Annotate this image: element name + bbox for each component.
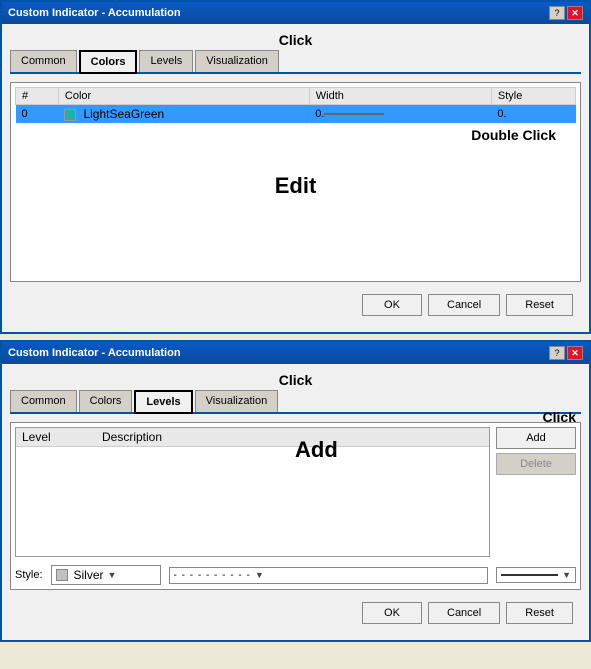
dialog1-close-btn[interactable]: ✕: [567, 6, 583, 20]
tab-visualization-2[interactable]: Visualization: [195, 390, 279, 412]
color-swatch: [64, 109, 76, 121]
col-color: Color: [58, 88, 309, 105]
dialog2-tab-content: Click Add Level Description Add Delete: [10, 422, 581, 590]
dialog1-help-btn[interactable]: ?: [549, 6, 565, 20]
dialog2-footer: OK Cancel Reset: [10, 598, 581, 632]
dialog1-titlebar: Custom Indicator - Accumulation ? ✕: [2, 2, 589, 24]
col-hash: #: [16, 88, 59, 105]
dialog2: Custom Indicator - Accumulation ? ✕ Clic…: [0, 340, 591, 642]
color-dropdown-arrow: ▼: [108, 570, 117, 580]
tab-levels-1[interactable]: Levels: [139, 50, 193, 72]
dblclick-annotation: Double Click: [15, 127, 576, 143]
tab-levels-2[interactable]: Levels: [134, 390, 192, 414]
cell-color: LightSeaGreen: [58, 105, 309, 124]
dialog1-body: Click Common Colors Levels Visualization…: [2, 24, 589, 332]
tab-colors-1[interactable]: Colors: [79, 50, 138, 74]
reset-btn-2[interactable]: Reset: [506, 602, 573, 624]
tab-visualization-1[interactable]: Visualization: [195, 50, 279, 72]
level-col-header: Level: [22, 430, 102, 444]
cell-width: 0.: [309, 105, 491, 124]
levels-list: Level Description: [15, 427, 490, 557]
dialog1-title: Custom Indicator - Accumulation: [8, 7, 181, 19]
dialog1-tab-content: # Color Width Style 0 LightSeaGreen: [10, 82, 581, 282]
dash-pattern: - - - - - - - - - -: [174, 570, 251, 581]
dialog2-titlebar-btns: ? ✕: [549, 346, 583, 360]
dash-dropdown-arrow: ▼: [255, 570, 266, 580]
tab-common-2[interactable]: Common: [10, 390, 77, 412]
tab-colors-2[interactable]: Colors: [79, 390, 133, 412]
dialog1-footer: OK Cancel Reset: [10, 290, 581, 324]
desc-col-header: Description: [102, 430, 483, 444]
levels-btns: Add Delete: [496, 427, 576, 557]
dialog2-help-btn[interactable]: ?: [549, 346, 565, 360]
line-width-arrow: ▼: [562, 570, 571, 580]
colors-table: # Color Width Style 0 LightSeaGreen: [15, 87, 576, 123]
color-value: Silver: [74, 568, 104, 582]
dialog1-titlebar-btns: ? ✕: [549, 6, 583, 20]
dialog2-click-annotation: Click: [10, 372, 581, 388]
style-label: Style:: [15, 569, 43, 581]
ok-btn-2[interactable]: OK: [362, 602, 422, 624]
cell-style: 0.: [491, 105, 575, 124]
levels-list-header: Level Description: [16, 428, 489, 447]
style-row: Style: Silver ▼ - - - - - - - - - - ▼ ▼: [15, 565, 576, 585]
dialog2-close-btn[interactable]: ✕: [567, 346, 583, 360]
line-width-dropdown[interactable]: ▼: [496, 567, 576, 583]
dash-dropdown[interactable]: - - - - - - - - - - ▼: [169, 567, 488, 584]
add-level-btn[interactable]: Add: [496, 427, 576, 449]
cancel-btn-1[interactable]: Cancel: [428, 294, 500, 316]
table-row[interactable]: 0 LightSeaGreen 0. 0.: [16, 105, 576, 124]
dialog2-title: Custom Indicator - Accumulation: [8, 347, 181, 359]
edit-annotation: Edit: [15, 143, 576, 229]
tab-common-1[interactable]: Common: [10, 50, 77, 72]
line-width-value: [501, 574, 558, 576]
dialog2-tabs: Common Colors Levels Visualization: [10, 390, 581, 414]
dialog2-body: Click Common Colors Levels Visualization…: [2, 364, 589, 640]
dialog1-click-annotation: Click: [10, 32, 581, 48]
col-style: Style: [491, 88, 575, 105]
cancel-btn-2[interactable]: Cancel: [428, 602, 500, 624]
ok-btn-1[interactable]: OK: [362, 294, 422, 316]
silver-swatch: [56, 569, 68, 581]
cell-num: 0: [16, 105, 59, 124]
reset-btn-1[interactable]: Reset: [506, 294, 573, 316]
add-annotation: Add: [295, 437, 338, 463]
slider-line: [324, 113, 384, 115]
color-dropdown[interactable]: Silver ▼: [51, 565, 161, 585]
add-click-annotation: Click: [543, 409, 576, 425]
delete-level-btn: Delete: [496, 453, 576, 475]
dialog1-tabs: Common Colors Levels Visualization: [10, 50, 581, 74]
dialog2-titlebar: Custom Indicator - Accumulation ? ✕: [2, 342, 589, 364]
col-width: Width: [309, 88, 491, 105]
levels-area-container: Click Add Level Description Add Delete: [15, 427, 576, 557]
dialog1: Custom Indicator - Accumulation ? ✕ Clic…: [0, 0, 591, 334]
color-name: LightSeaGreen: [83, 107, 164, 121]
